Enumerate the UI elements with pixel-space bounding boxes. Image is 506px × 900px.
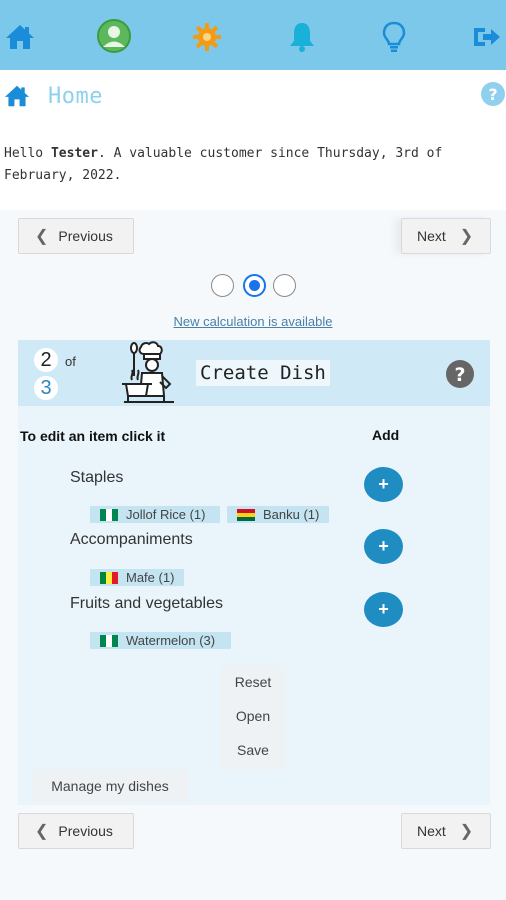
previous-button[interactable]: ❮ Previous bbox=[18, 218, 134, 254]
next-label: Next bbox=[417, 228, 446, 244]
item-label: Banku (1) bbox=[263, 507, 320, 522]
nigeria-flag-icon bbox=[100, 634, 118, 647]
reset-button[interactable]: Reset bbox=[220, 674, 286, 690]
greeting-hello: Hello bbox=[4, 146, 44, 161]
home-icon bbox=[4, 84, 30, 108]
item-label: Mafe (1) bbox=[126, 570, 175, 585]
item-chip[interactable]: Mafe (1) bbox=[90, 569, 184, 586]
item-label: Watermelon (3) bbox=[126, 633, 216, 648]
step-of-label: of bbox=[65, 354, 76, 369]
previous-label: Previous bbox=[58, 228, 113, 244]
customer-name: Tester bbox=[50, 146, 98, 161]
help-icon[interactable]: ? bbox=[446, 360, 474, 388]
notifications-icon[interactable] bbox=[286, 20, 318, 54]
new-calculation-link[interactable]: New calculation is available bbox=[0, 314, 506, 329]
edit-hint: To edit an item click it bbox=[20, 428, 166, 444]
step-total: 3 bbox=[34, 376, 58, 400]
next-label: Next bbox=[417, 823, 446, 839]
nigeria-flag-icon bbox=[100, 508, 118, 521]
page-title: Home bbox=[48, 84, 103, 109]
help-icon[interactable]: ? bbox=[481, 82, 505, 106]
home-icon[interactable] bbox=[4, 20, 36, 54]
create-dish-panel: 2 of 3 Create Dish ? To edit an item cli… bbox=[18, 340, 490, 805]
chef-icon bbox=[114, 340, 184, 406]
category-fruits-vegetables: Fruits and vegetables bbox=[70, 595, 223, 612]
greeting-text: Hello Tester. A valuable customer since … bbox=[4, 143, 504, 187]
next-button[interactable]: Next ❯ bbox=[401, 218, 491, 254]
previous-button[interactable]: ❮ Previous bbox=[18, 813, 134, 849]
chevron-right-icon: ❯ bbox=[459, 823, 474, 840]
item-chip[interactable]: Banku (1) bbox=[227, 506, 329, 523]
chevron-left-icon: ❮ bbox=[35, 823, 49, 840]
panel-header: 2 of 3 Create Dish ? bbox=[18, 340, 490, 406]
step-radio-3[interactable] bbox=[273, 274, 296, 297]
item-chip[interactable]: Watermelon (3) bbox=[90, 632, 231, 649]
panel-title: Create Dish bbox=[196, 360, 330, 386]
category-accompaniments: Accompaniments bbox=[70, 531, 193, 548]
add-accompaniments-button[interactable]: + bbox=[364, 529, 403, 564]
open-button[interactable]: Open bbox=[220, 708, 286, 724]
chevron-left-icon: ❮ bbox=[35, 228, 49, 245]
item-chip[interactable]: Jollof Rice (1) bbox=[90, 506, 220, 523]
add-staples-button[interactable]: + bbox=[364, 467, 403, 502]
next-button[interactable]: Next ❯ bbox=[401, 813, 491, 849]
step-current: 2 bbox=[34, 348, 58, 372]
settings-icon[interactable] bbox=[191, 20, 223, 54]
category-staples: Staples bbox=[70, 469, 124, 486]
svg-text:?: ? bbox=[488, 85, 497, 104]
action-menu: Reset Open Save bbox=[220, 666, 286, 770]
profile-icon[interactable] bbox=[96, 18, 132, 54]
chevron-right-icon: ❯ bbox=[459, 228, 474, 245]
save-button[interactable]: Save bbox=[220, 742, 286, 758]
previous-label: Previous bbox=[58, 823, 113, 839]
top-nav-bar bbox=[0, 0, 506, 70]
manage-dishes-button[interactable]: Manage my dishes bbox=[32, 770, 188, 802]
step-radio-2[interactable] bbox=[243, 274, 266, 297]
page-header: Home ? bbox=[0, 70, 506, 120]
senegal-flag-icon bbox=[100, 571, 118, 584]
ghana-flag-icon bbox=[237, 508, 255, 521]
item-label: Jollof Rice (1) bbox=[126, 507, 206, 522]
logout-icon[interactable] bbox=[470, 20, 502, 54]
svg-text:?: ? bbox=[454, 364, 465, 386]
add-fruits-button[interactable]: + bbox=[364, 592, 403, 627]
step-radio-1[interactable] bbox=[211, 274, 234, 297]
add-column-label: Add bbox=[372, 427, 400, 443]
tips-icon[interactable] bbox=[378, 20, 410, 54]
